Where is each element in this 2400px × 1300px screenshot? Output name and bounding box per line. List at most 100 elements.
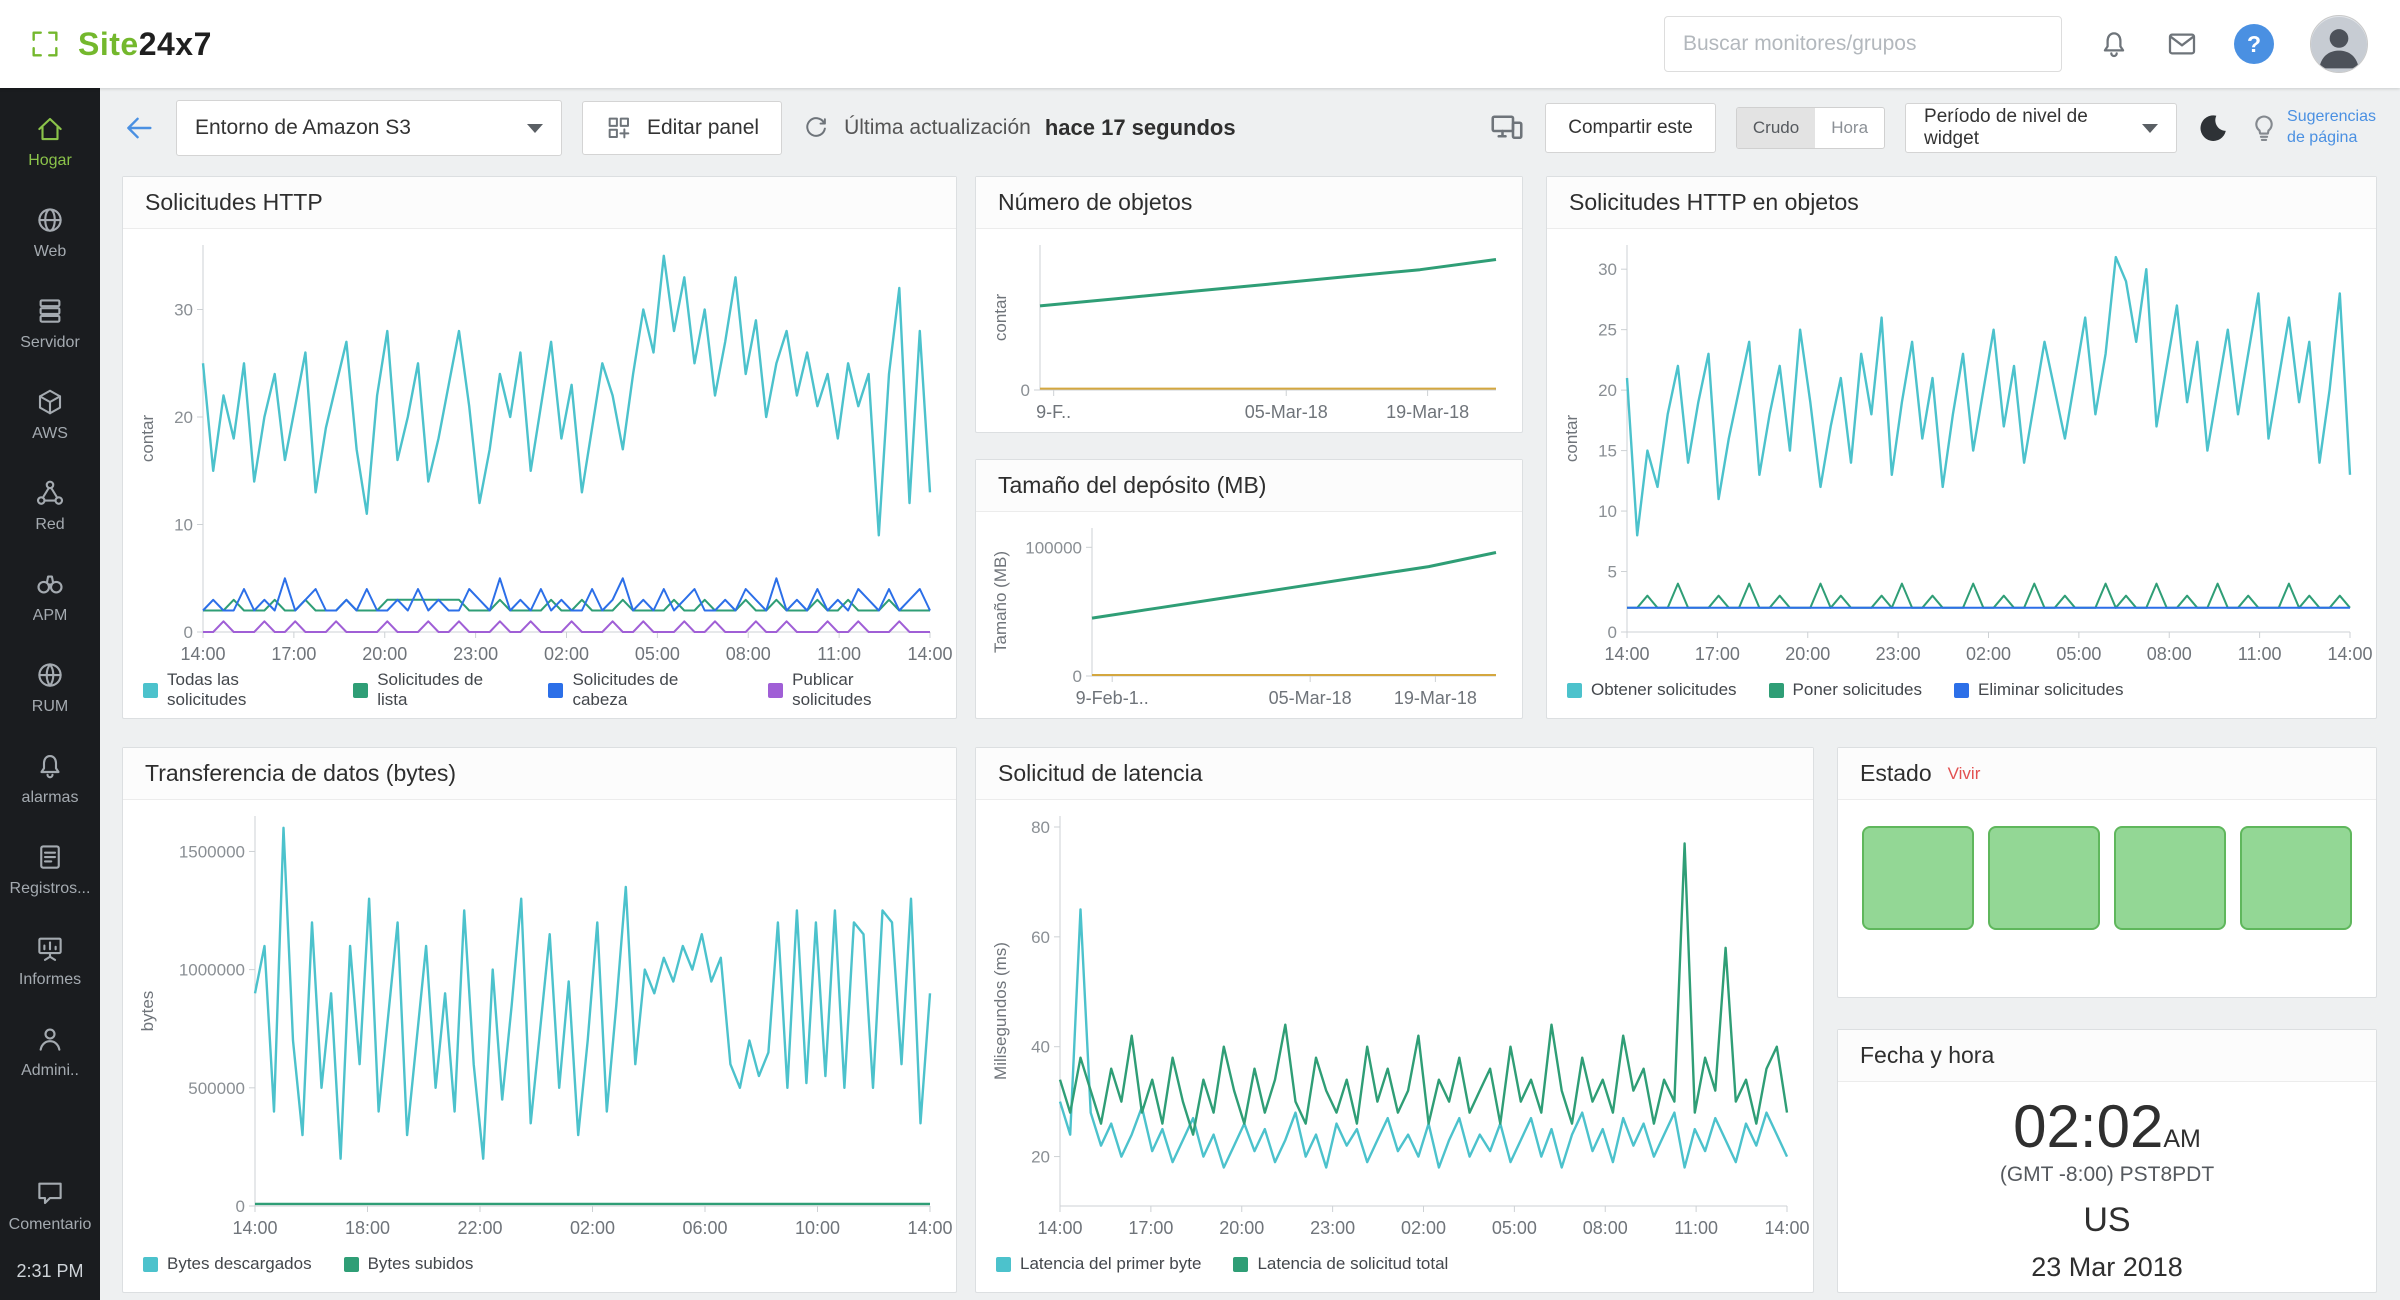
- status-tile[interactable]: [1862, 826, 1974, 930]
- chart-legend: Latencia del primer byte Latencia de soli…: [976, 1248, 1813, 1292]
- legend-item[interactable]: Obtener solicitudes: [1567, 680, 1737, 700]
- widget-estado: Estado Vivir: [1837, 747, 2377, 998]
- svg-text:30: 30: [174, 301, 193, 320]
- status-tile[interactable]: [1988, 826, 2100, 930]
- svg-text:10: 10: [1598, 502, 1617, 521]
- sidebar-item-aws[interactable]: AWS: [0, 369, 100, 460]
- search-input[interactable]: [1664, 16, 2062, 72]
- dashboard-select-value: Entorno de Amazon S3: [195, 116, 411, 140]
- legend-label: Poner solicitudes: [1793, 680, 1922, 700]
- widget-title: Tamaño del depósito (MB): [998, 472, 1266, 499]
- svg-text:5: 5: [1608, 563, 1617, 582]
- legend-item[interactable]: Publicar solicitudes: [768, 670, 936, 710]
- sidebar-item-comentario[interactable]: Comentario: [9, 1160, 92, 1251]
- legend-label: Todas las solicitudes: [167, 670, 321, 710]
- svg-text:08:00: 08:00: [2147, 644, 2192, 664]
- svg-text:14:00: 14:00: [180, 644, 225, 664]
- board-icon: [35, 933, 65, 963]
- status-tile[interactable]: [2240, 826, 2352, 930]
- svg-text:05:00: 05:00: [635, 644, 680, 664]
- dark-mode-moon-icon[interactable]: [2197, 112, 2229, 144]
- legend-item[interactable]: Solicitudes de cabeza: [548, 670, 736, 710]
- brand-logo[interactable]: Site24x7: [78, 26, 212, 63]
- sidebar-item-informes[interactable]: Informes: [0, 915, 100, 1006]
- sidebar-item-web[interactable]: Web: [0, 187, 100, 278]
- live-badge: Vivir: [1948, 764, 1981, 784]
- chevron-down-icon: [527, 124, 543, 133]
- legend-item[interactable]: Latencia de solicitud total: [1233, 1254, 1448, 1274]
- avatar[interactable]: [2310, 15, 2368, 73]
- legend-label: Solicitudes de lista: [377, 670, 516, 710]
- legend-item[interactable]: Bytes descargados: [143, 1254, 312, 1274]
- inbox-mail-icon[interactable]: [2166, 28, 2198, 60]
- legend-swatch: [143, 1257, 158, 1272]
- svg-text:02:00: 02:00: [1966, 644, 2011, 664]
- legend-swatch: [1769, 683, 1784, 698]
- legend-item[interactable]: Todas las solicitudes: [143, 670, 321, 710]
- legend-item[interactable]: Eliminar solicitudes: [1954, 680, 2124, 700]
- legend-label: Solicitudes de cabeza: [572, 670, 736, 710]
- svg-text:05:00: 05:00: [1492, 1218, 1537, 1238]
- legend-label: Publicar solicitudes: [792, 670, 936, 710]
- network-icon: [35, 478, 65, 508]
- svg-text:15: 15: [1598, 442, 1617, 461]
- sidebar-item-apm[interactable]: APM: [0, 551, 100, 642]
- svg-text:18:00: 18:00: [345, 1218, 390, 1238]
- sidebar-item-red[interactable]: Red: [0, 460, 100, 551]
- devices-icon[interactable]: [1489, 110, 1525, 146]
- svg-text:0: 0: [1608, 623, 1617, 642]
- dashboard-main: Entorno de Amazon S3 Editar panel Última…: [100, 88, 2400, 1300]
- svg-text:30: 30: [1598, 260, 1617, 279]
- legend-item[interactable]: Bytes subidos: [344, 1254, 474, 1274]
- svg-text:20: 20: [174, 408, 193, 427]
- mode-hour-button[interactable]: Hora: [1815, 108, 1884, 148]
- legend-item[interactable]: Solicitudes de lista: [353, 670, 516, 710]
- widget-data-transfer: Transferencia de datos (bytes) 050000010…: [122, 747, 957, 1293]
- mode-raw-button[interactable]: Crudo: [1737, 108, 1815, 148]
- chat-icon: [35, 1178, 65, 1208]
- dashboard-select[interactable]: Entorno de Amazon S3: [176, 100, 562, 156]
- expand-icon[interactable]: [28, 27, 62, 61]
- sidebar-clock: 2:31 PM: [16, 1261, 83, 1282]
- share-button[interactable]: Compartir este: [1545, 103, 1716, 153]
- svg-text:05-Mar-18: 05-Mar-18: [1269, 688, 1352, 708]
- page-tips[interactable]: Sugerencias de página: [2249, 107, 2376, 149]
- sidebar-item-alarmas[interactable]: alarmas: [0, 733, 100, 824]
- svg-text:14:00: 14:00: [232, 1218, 277, 1238]
- svg-text:23:00: 23:00: [1876, 644, 1921, 664]
- data-transfer-chart: 05000001000000150000014:0018:0022:0002:0…: [123, 800, 956, 1248]
- sidebar-item-servidor[interactable]: Servidor: [0, 278, 100, 369]
- edit-panel-button[interactable]: Editar panel: [582, 101, 782, 155]
- svg-text:20:00: 20:00: [362, 644, 407, 664]
- notifications-bell-icon[interactable]: [2098, 28, 2130, 60]
- svg-text:05:00: 05:00: [2056, 644, 2101, 664]
- widget-title: Solicitud de latencia: [998, 760, 1203, 787]
- refresh-icon[interactable]: [802, 114, 830, 142]
- legend-item[interactable]: Poner solicitudes: [1769, 680, 1922, 700]
- chart-svg: 2040608014:0017:0020:0023:0002:0005:0008…: [976, 800, 1813, 1248]
- svg-text:40: 40: [1031, 1038, 1050, 1057]
- widget-period-select[interactable]: Período de nivel de widget: [1905, 103, 2177, 153]
- status-tile[interactable]: [2114, 826, 2226, 930]
- widget-bucket-size: Tamaño del depósito (MB) 01000009-Feb-1.…: [975, 459, 1523, 719]
- svg-text:11:00: 11:00: [2238, 644, 2282, 664]
- legend-label: Bytes descargados: [167, 1254, 312, 1274]
- sidebar-item-rum[interactable]: RUM: [0, 642, 100, 733]
- svg-text:20: 20: [1598, 381, 1617, 400]
- sidebar-item-admin[interactable]: Admini..: [0, 1006, 100, 1097]
- chart-svg: 09-F..05-Mar-1819-Mar-18contar: [976, 229, 1522, 432]
- svg-text:9-F..: 9-F..: [1036, 402, 1071, 422]
- sidebar-item-hogar[interactable]: Hogar: [0, 96, 100, 187]
- widget-title: Número de objetos: [998, 189, 1192, 216]
- legend-item[interactable]: Latencia del primer byte: [996, 1254, 1201, 1274]
- svg-text:08:00: 08:00: [726, 644, 771, 664]
- logs-icon: [35, 842, 65, 872]
- back-arrow-icon[interactable]: [122, 111, 156, 145]
- svg-text:25: 25: [1598, 321, 1617, 340]
- chart-svg: 05000001000000150000014:0018:0022:0002:0…: [123, 800, 956, 1248]
- svg-text:20:00: 20:00: [1785, 644, 1830, 664]
- legend-swatch: [1567, 683, 1582, 698]
- sidebar-item-registros[interactable]: Registros...: [0, 824, 100, 915]
- help-icon[interactable]: ?: [2234, 24, 2274, 64]
- svg-text:100000: 100000: [1025, 538, 1082, 557]
